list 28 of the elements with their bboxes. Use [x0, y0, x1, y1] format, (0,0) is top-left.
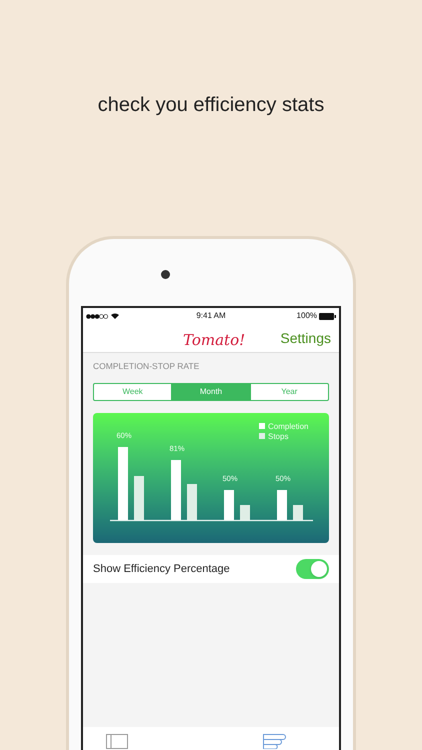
- stops-bar: [134, 476, 144, 520]
- battery-percent: 100%: [296, 310, 318, 322]
- completion-bar: [277, 490, 287, 520]
- segment-tab[interactable]: Month: [171, 384, 250, 400]
- legend-swatch: [259, 422, 265, 429]
- section-header: COMPLETION-STOP RATE: [93, 360, 200, 373]
- stops-bar: [187, 484, 197, 520]
- signal-icon: [86, 314, 108, 318]
- completion-bar: [171, 460, 181, 520]
- legend-label: Completion: [268, 422, 308, 431]
- completion-bar: [224, 490, 234, 520]
- stops-bar: [240, 504, 250, 520]
- wifi-icon: [111, 313, 119, 319]
- setting-label: Show Efficiency Percentage: [93, 562, 231, 576]
- segment-tab[interactable]: Year: [250, 384, 328, 400]
- sidebar-tab-icon[interactable]: [106, 734, 128, 749]
- camera-icon: [160, 270, 170, 279]
- legend-swatch: [259, 432, 265, 439]
- headline: check you efficiency stats: [98, 93, 324, 118]
- legend-label: Stops: [268, 432, 288, 441]
- list-tab-icon[interactable]: [263, 734, 286, 749]
- settings-button[interactable]: Settings: [280, 328, 331, 348]
- battery-icon: [319, 312, 336, 320]
- segment-tab[interactable]: Week: [94, 384, 172, 400]
- stops-bar: [293, 504, 303, 520]
- app-title: Tomato!: [183, 330, 246, 351]
- status-time: 9:41 AM: [196, 310, 226, 322]
- toggle-switch[interactable]: [296, 558, 329, 579]
